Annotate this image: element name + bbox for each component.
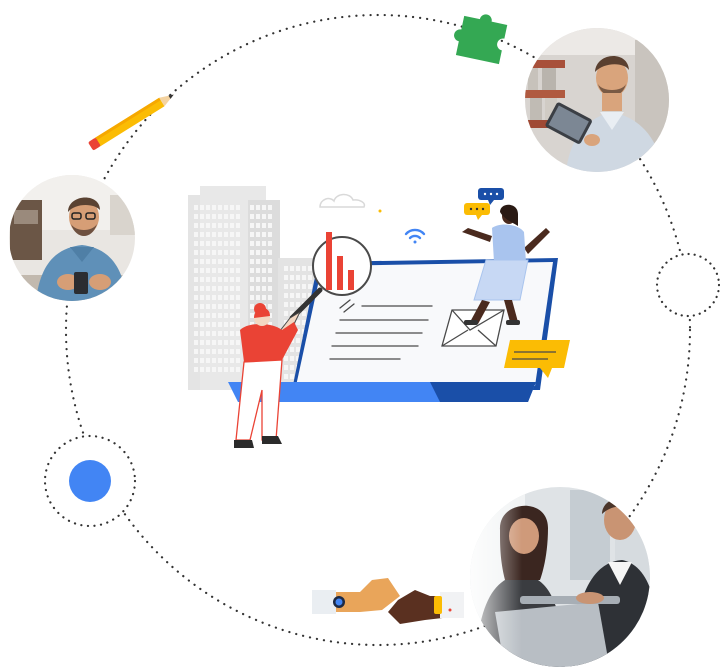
- illustration-scene: [9, 13, 720, 667]
- cloud-icon: [319, 193, 366, 208]
- handshake-icon: [312, 578, 464, 624]
- puzzle-piece-icon: [454, 14, 508, 65]
- wifi-icon: [404, 228, 426, 244]
- central-illustration: [188, 186, 570, 448]
- photo-two-colleagues: [470, 487, 650, 667]
- photo-man-with-tablet: [525, 28, 669, 172]
- photo-man-with-phone: [9, 175, 135, 301]
- blue-dot-icon: [43, 434, 137, 528]
- envelope-icon: [441, 309, 505, 347]
- small-dotted-circle: [655, 252, 720, 318]
- speech-bubbles: [464, 188, 504, 220]
- pencil-icon: [88, 94, 174, 150]
